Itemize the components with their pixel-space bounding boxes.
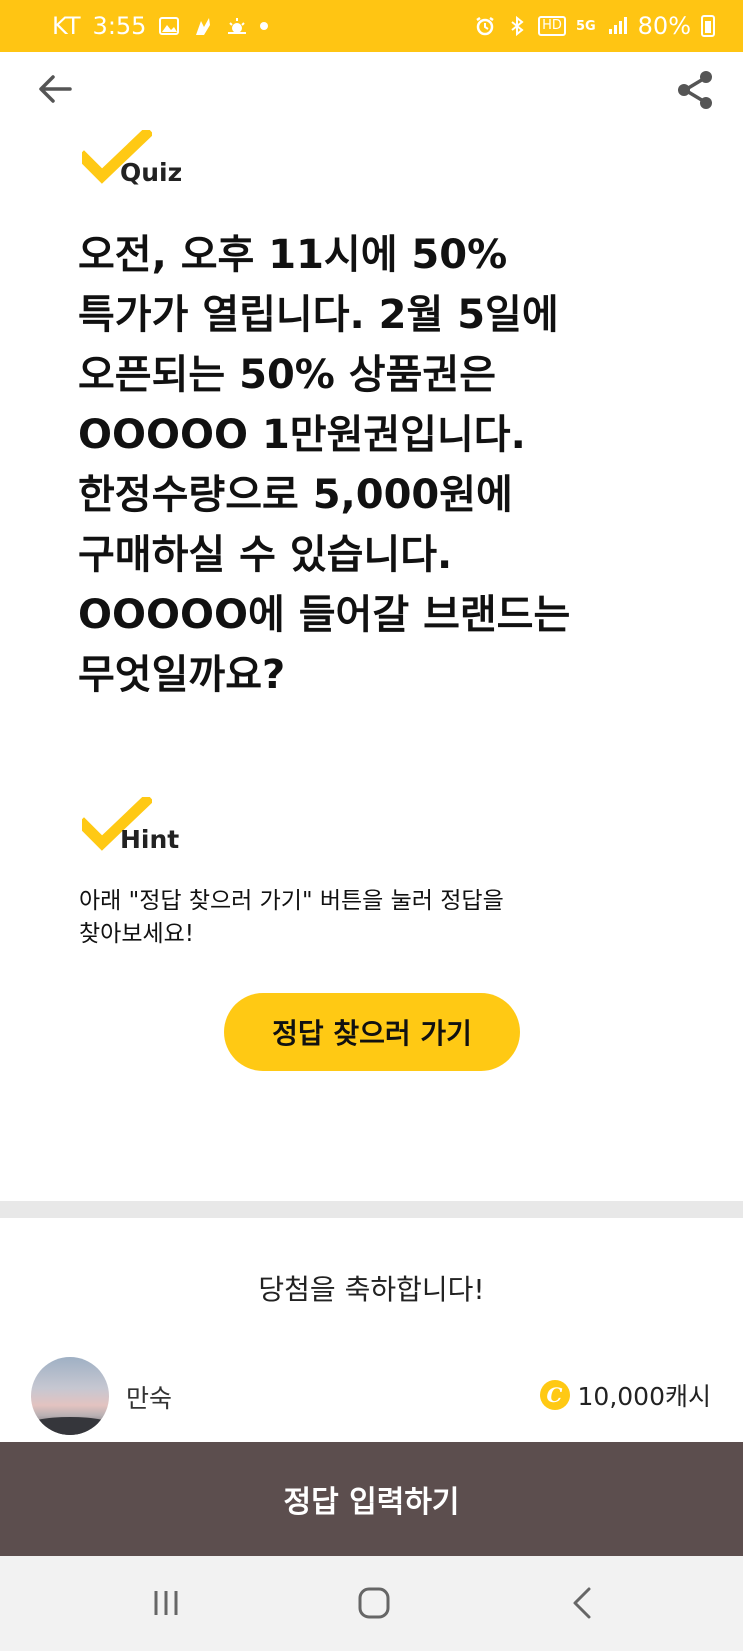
find-answer-button[interactable]: 정답 찾으러 가기 bbox=[224, 993, 520, 1071]
hint-text: 아래 "정답 찾으러 가기" 버튼을 눌러 정답을 찾아보세요! bbox=[79, 888, 504, 947]
system-nav-bar bbox=[0, 1556, 743, 1651]
arrow-left-icon bbox=[39, 75, 72, 103]
notification-app-icon bbox=[192, 15, 214, 37]
weather-sunny-icon bbox=[226, 15, 248, 37]
battery-charging-icon bbox=[701, 15, 715, 37]
winners-title: 당첨을 축하합니다! bbox=[258, 1273, 485, 1306]
bluetooth-icon bbox=[506, 15, 528, 37]
status-left: KT 3:55 bbox=[52, 12, 269, 40]
hint-label-text: Hint bbox=[120, 825, 180, 854]
carrier-label: KT bbox=[52, 12, 81, 40]
hd-voice-icon: HD bbox=[538, 16, 566, 36]
alarm-icon bbox=[474, 15, 496, 37]
recent-apps-icon bbox=[154, 1591, 178, 1615]
share-button[interactable] bbox=[671, 66, 719, 114]
quiz-question: 오전, 오후 11시에 50% 특가가 열립니다. 2월 5일에 오픈되는 50… bbox=[78, 232, 571, 698]
avatar bbox=[31, 1357, 109, 1435]
hint-label: Hint bbox=[82, 797, 202, 857]
chevron-left-icon bbox=[573, 1587, 591, 1619]
winner-reward: C 10,000캐시 bbox=[539, 1377, 711, 1413]
battery-percent: 80% bbox=[637, 12, 691, 40]
app-bar bbox=[0, 52, 743, 132]
system-back-button[interactable] bbox=[552, 1578, 612, 1628]
network-type-icon: 5G bbox=[575, 18, 596, 34]
signal-strength-icon bbox=[606, 15, 628, 37]
share-icon bbox=[678, 71, 712, 109]
clock: 3:55 bbox=[92, 12, 147, 40]
back-button[interactable] bbox=[32, 66, 78, 112]
notification-dot-icon bbox=[260, 22, 269, 30]
winner-row: 만숙 C 10,000캐시 bbox=[0, 1357, 743, 1437]
winner-name: 만숙 bbox=[126, 1384, 173, 1413]
gallery-icon bbox=[158, 15, 180, 37]
cash-coin-icon: C bbox=[539, 1380, 570, 1410]
submit-answer-button[interactable]: 정답 입력하기 bbox=[0, 1442, 743, 1556]
reward-amount: 10,000캐시 bbox=[577, 1382, 711, 1411]
status-right: HD 5G 80% bbox=[474, 12, 715, 40]
quiz-label-text: Quiz bbox=[120, 158, 183, 187]
home-button[interactable] bbox=[344, 1578, 404, 1628]
section-divider bbox=[0, 1201, 743, 1218]
quiz-page: KT 3:55 HD 5G 80% Quiz 오전, 오후 11시에 50% 특… bbox=[0, 0, 743, 1651]
home-icon bbox=[358, 1587, 390, 1619]
quiz-label: Quiz bbox=[82, 130, 202, 190]
recent-apps-button[interactable] bbox=[136, 1578, 196, 1628]
status-bar: KT 3:55 HD 5G 80% bbox=[0, 0, 743, 52]
